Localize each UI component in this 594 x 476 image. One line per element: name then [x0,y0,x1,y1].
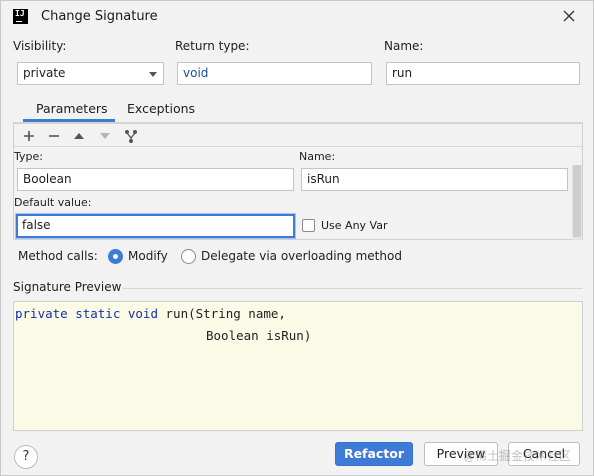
param-name-field[interactable]: isRun [301,168,568,191]
preview-keywords: private static void [15,306,158,321]
delegate-label[interactable]: Delegate via overloading method [201,249,402,263]
method-name-field[interactable]: run [386,62,580,85]
return-type-label: Return type: [175,39,250,53]
remove-icon[interactable] [46,128,62,144]
preview-signature-start: run(String name, [158,306,286,321]
param-type-label: Type: [14,150,43,163]
close-icon[interactable] [561,8,577,24]
use-any-var-checkbox[interactable] [302,219,315,232]
help-button[interactable]: ? [14,445,38,469]
default-value-label: Default value: [14,196,92,209]
chevron-down-icon [149,72,157,77]
modify-radio[interactable] [108,249,123,264]
return-type-field[interactable]: void [177,62,372,85]
refactor-button[interactable]: Refactor [335,442,413,466]
tab-parameters[interactable]: Parameters [36,101,108,116]
use-any-var-label: Use Any Var [321,219,388,232]
scrollbar-thumb[interactable] [573,165,581,237]
dialog-title: Change Signature [41,9,158,24]
preview-line-1: private static void run(String name, [15,303,582,325]
parameters-scrollbar[interactable] [572,165,582,240]
change-signature-dialog: IJ Change Signature Visibility: private … [0,0,594,476]
add-icon[interactable] [21,128,37,144]
watermark: @稀土掘金技术社区 [463,449,572,463]
intellij-app-icon: IJ [13,9,28,24]
tab-exceptions[interactable]: Exceptions [127,101,195,116]
visibility-select[interactable]: private [17,62,164,85]
signature-preview: private static void run(String name, Boo… [13,301,583,431]
param-type-field[interactable]: Boolean [17,168,294,191]
move-down-icon[interactable] [97,128,113,144]
visibility-label: Visibility: [13,39,67,53]
visibility-value: private [23,66,66,80]
move-up-icon[interactable] [71,128,87,144]
modify-label[interactable]: Modify [128,249,168,263]
param-name-label: Name: [299,150,336,163]
title-bar: IJ Change Signature [1,1,593,33]
signature-preview-title: Signature Preview [13,280,122,294]
delegate-radio[interactable] [181,249,196,264]
preview-line-2: Boolean isRun) [206,328,312,343]
propagate-icon[interactable] [123,128,139,144]
section-divider [123,288,583,289]
method-calls-label: Method calls: [18,249,98,263]
name-label: Name: [384,39,424,53]
selected-tab-indicator [23,119,115,122]
default-value-field[interactable]: false [16,214,295,238]
parameters-toolbar [14,124,582,147]
